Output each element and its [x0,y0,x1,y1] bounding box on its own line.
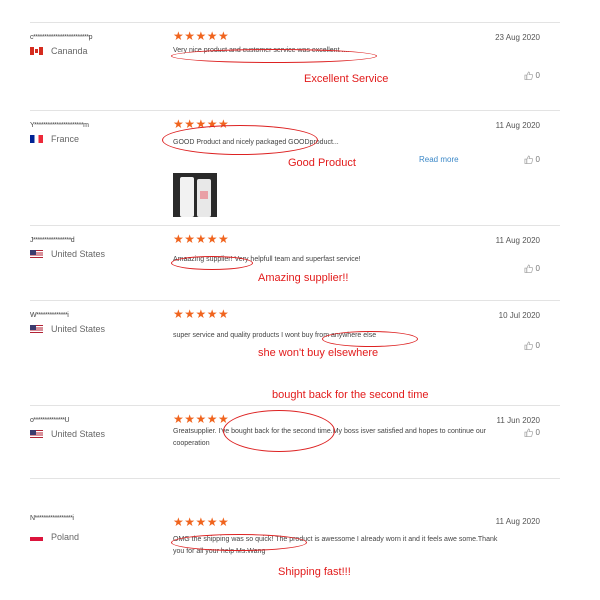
reviewer-name: c*************************p [30,34,93,41]
read-more-link[interactable]: Read more [419,155,459,164]
country-label: Poland [51,532,80,542]
review-date: 10 Jul 2020 [498,311,540,320]
review-item: J*****************d United States ★★★★★ … [30,225,560,301]
review-date: 11 Aug 2020 [495,121,540,130]
country-label: Cananda [51,46,88,56]
helpful-button[interactable]: 0 [524,428,540,437]
review-text: Very nice product and customer service w… [173,47,350,54]
star-rating: ★★★★★ [173,29,230,43]
france-flag-icon [30,135,43,143]
thumbs-up-icon [524,428,533,437]
helpful-button[interactable]: 0 [524,155,540,164]
reviewer-name: o**************U [30,417,70,424]
canada-flag-icon [30,47,43,55]
review-date: 11 Aug 2020 [495,517,540,526]
star-rating: ★★★★★ [173,307,230,321]
helpful-button[interactable]: 0 [524,264,540,273]
helpful-count: 0 [535,341,540,350]
reviewer-country: United States [30,249,105,259]
thumbs-up-icon [524,341,533,350]
thumbs-up-icon [524,264,533,273]
review-text: OMG the shipping was so quick! The produ… [173,536,498,555]
review-item: N*****************i Poland ★★★★★ OMG the… [30,478,560,594]
country-label: France [51,134,80,144]
review-item: Y**********************m France ★★★★★ GO… [30,110,560,226]
reviewer-name: N*****************i [30,515,74,522]
annotation-text: she won't buy elsewhere [258,347,379,359]
helpful-button[interactable]: 0 [524,71,540,80]
review-text: GOOD Product and nicely packaged GOODpro… [173,139,339,146]
annotation-text: bought back for the second time [272,389,429,401]
reviewer-country: Cananda [30,46,88,56]
review-item: o**************U United States ★★★★★ Gre… [30,405,560,479]
review-date: 11 Jun 2020 [496,416,540,425]
annotation-text: Good Product [288,157,356,169]
star-rating: ★★★★★ [173,232,230,246]
annotation-text: Excellent Service [304,73,389,85]
reviewer-country: United States [30,324,105,334]
review-text: super service and quality products I won… [173,332,377,339]
helpful-button[interactable]: 0 [524,341,540,350]
poland-flag-icon [30,533,43,541]
review-item: c*************************p Cananda ★★★★… [30,22,560,111]
reviewer-country: France [30,134,79,144]
star-rating: ★★★★★ [173,117,230,131]
review-text: Greatsupplier. I've bought back for the … [173,428,487,447]
thumbs-up-icon [524,71,533,80]
country-label: United States [51,324,106,334]
usa-flag-icon [30,430,43,438]
review-photo-thumbnail[interactable] [173,173,217,217]
annotation-text: Shipping fast!!! [278,566,351,578]
country-label: United States [51,249,106,259]
country-label: United States [51,429,106,439]
usa-flag-icon [30,325,43,333]
usa-flag-icon [30,250,43,258]
reviewer-country: United States [30,429,105,439]
review-item: W**************i United States ★★★★★ sup… [30,300,560,406]
helpful-count: 0 [535,264,540,273]
annotation-text: Amazing supplier!! [258,272,349,284]
thumbs-up-icon [524,155,533,164]
reviewer-country: Poland [30,532,79,542]
helpful-count: 0 [535,155,540,164]
star-rating: ★★★★★ [173,515,230,529]
star-rating: ★★★★★ [173,412,230,426]
helpful-count: 0 [535,428,540,437]
reviewer-name: W**************i [30,312,69,319]
reviewer-name: J*****************d [30,237,75,244]
reviewer-name: Y**********************m [30,122,89,129]
review-date: 11 Aug 2020 [495,236,540,245]
review-text: Amaazing supplier! Very helpfull team an… [173,256,361,263]
review-date: 23 Aug 2020 [495,33,540,42]
helpful-count: 0 [535,71,540,80]
